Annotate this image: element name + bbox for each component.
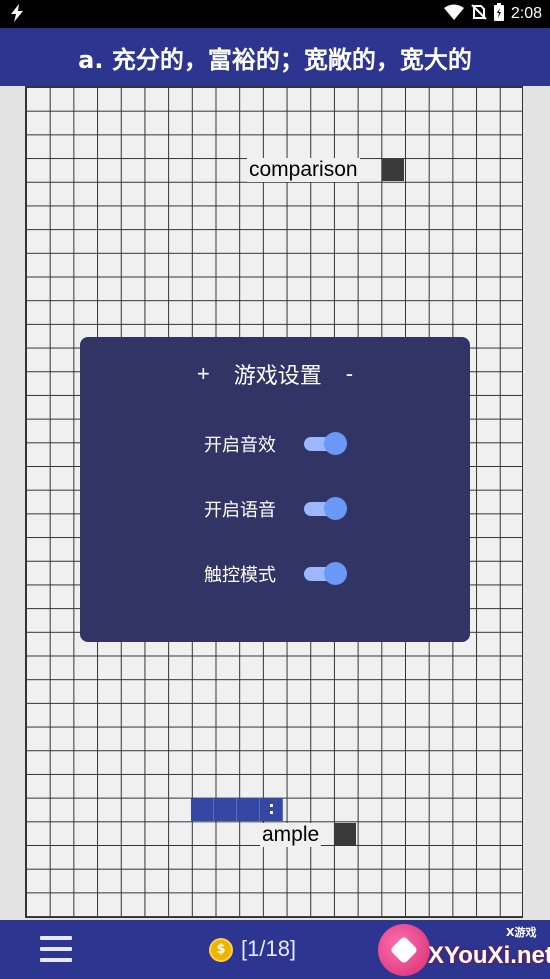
word-definition-title: a. 充分的，富裕的；宽敞的，宽大的 [0,28,550,86]
toggle-thumb [324,562,347,585]
snake-body-segment [214,798,237,821]
setting-label: 开启音效 [204,435,276,456]
level-progress: [1/18] [241,936,297,961]
snake-head [260,798,283,821]
battery-icon [493,3,504,25]
toggle-thumb [324,497,347,520]
sound-effects-toggle[interactable] [304,432,347,455]
status-bar: 2:08 [0,0,550,28]
lightning-icon [10,4,24,26]
word-target-block [382,159,404,181]
watermark-brand: X游戏 [506,926,537,939]
coin-icon: $ [209,938,233,962]
snake-body-segment [191,798,214,821]
setting-label: 触控模式 [204,565,276,586]
setting-label: 开启语音 [204,500,276,521]
toggle-thumb [324,432,347,455]
board-word-comparison: comparison [247,158,360,182]
touch-mode-toggle[interactable] [304,562,347,585]
setting-sound-effects: 开启音效 [80,427,470,457]
voice-toggle[interactable] [304,497,347,520]
settings-dialog-header: + 游戏设置 - [80,359,470,389]
snake-body-segment [237,798,260,821]
minus-button[interactable]: - [340,361,359,387]
watermark: XYouXi.net X游戏 [372,922,550,979]
word-target-block [334,823,356,845]
plus-button[interactable]: + [191,361,216,387]
status-time: 2:08 [510,5,542,22]
gamepad-logo-icon [378,924,430,976]
no-sim-icon [471,4,487,24]
settings-dialog-title: 游戏设置 [233,364,322,389]
setting-touch-mode: 触控模式 [80,557,470,587]
watermark-site: XYouXi.net [428,942,550,969]
board-word-ample: ample [260,823,322,847]
wifi-icon [443,4,464,24]
settings-dialog: + 游戏设置 - 开启音效 开启语音 触控模式 [80,337,470,642]
snake [191,798,283,821]
setting-voice: 开启语音 [80,492,470,522]
hamburger-menu-icon[interactable] [40,936,72,964]
